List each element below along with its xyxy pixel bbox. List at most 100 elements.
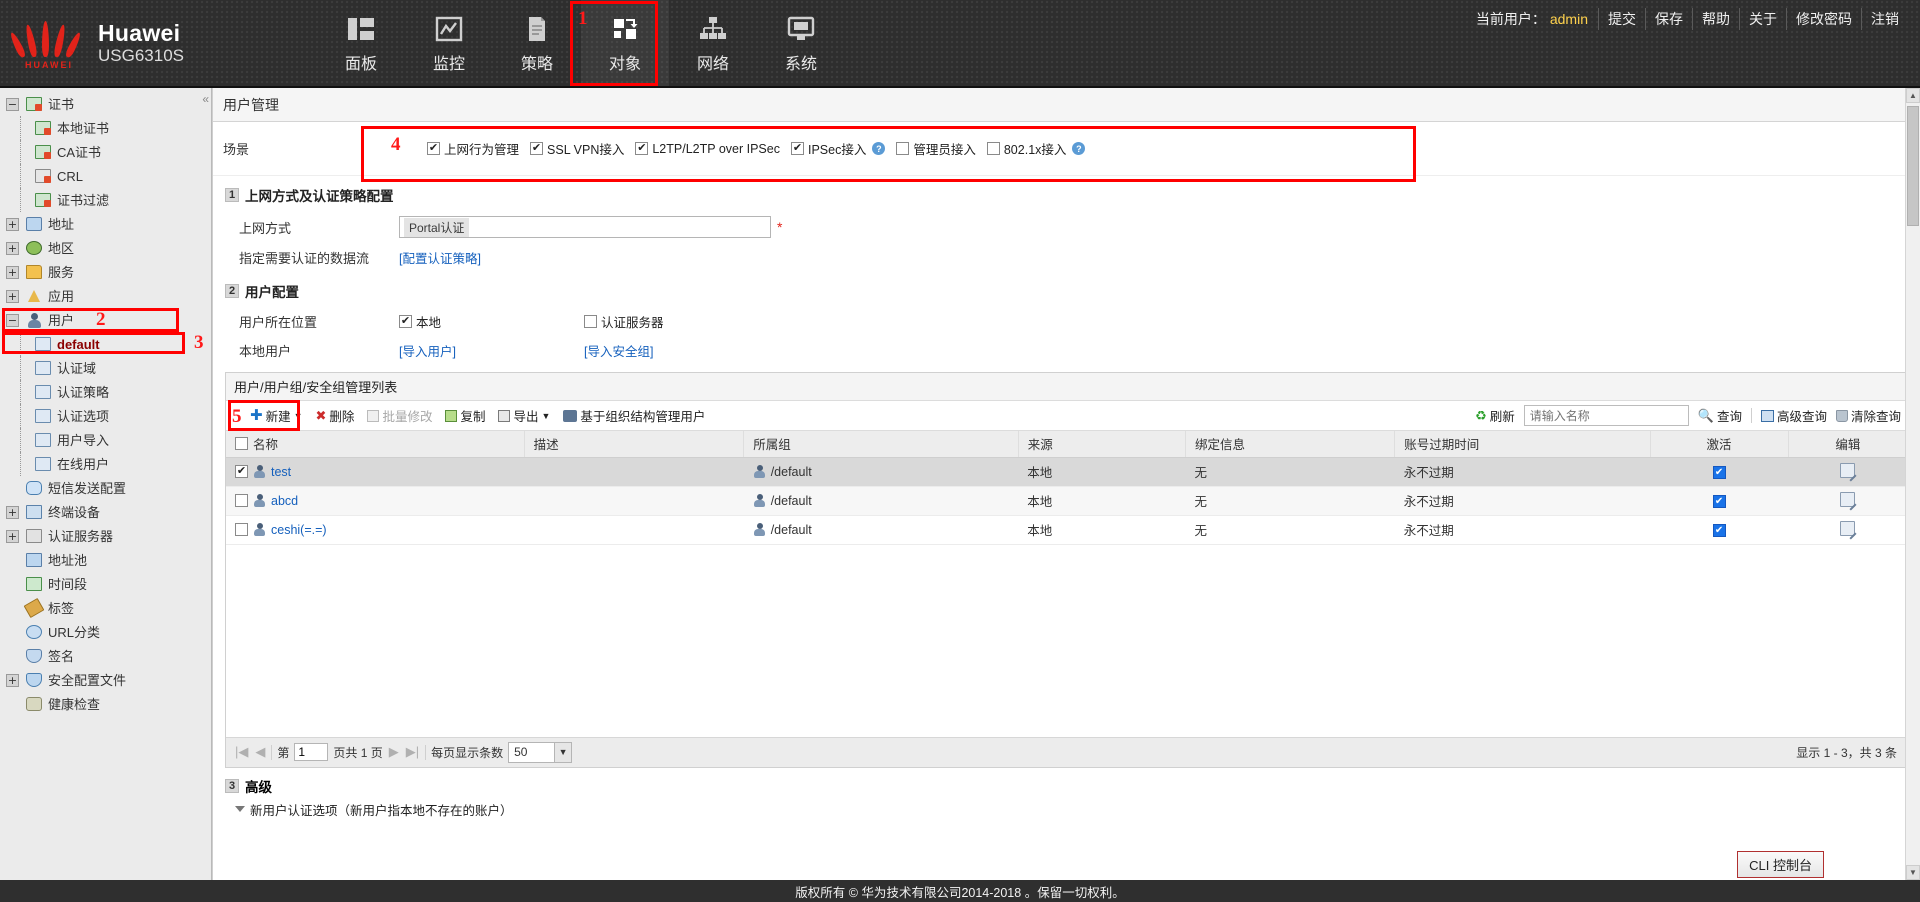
sidebar-item-time-range[interactable]: 时间段 bbox=[0, 572, 211, 596]
scene-option-8021x[interactable]: 802.1x接入 ? bbox=[987, 139, 1086, 158]
first-page-icon[interactable]: |◀ bbox=[234, 744, 249, 760]
location-option-auth-server[interactable]: 认证服务器 bbox=[584, 312, 664, 331]
sidebar-item-default[interactable]: default 3 bbox=[0, 332, 211, 356]
user-name-link[interactable]: test bbox=[271, 465, 291, 479]
checkbox[interactable] bbox=[530, 142, 543, 155]
sidebar-item-auth-policy[interactable]: 认证策略 bbox=[0, 380, 211, 404]
edit-icon[interactable] bbox=[1840, 463, 1855, 478]
checkbox[interactable] bbox=[791, 142, 804, 155]
cli-console-button[interactable]: CLI 控制台 bbox=[1737, 851, 1824, 878]
header-link-change-password[interactable]: 修改密码 bbox=[1787, 8, 1862, 30]
nav-item-monitor[interactable]: 监控 bbox=[405, 0, 493, 86]
nav-item-policy[interactable]: 策略 bbox=[493, 0, 581, 86]
prev-page-icon[interactable]: ◀ bbox=[254, 744, 266, 760]
active-checkbox[interactable] bbox=[1713, 495, 1726, 508]
sidebar-item-address-pool[interactable]: 地址池 bbox=[0, 548, 211, 572]
import-user-link[interactable]: [导入用户] bbox=[399, 341, 584, 360]
active-checkbox[interactable] bbox=[1713, 524, 1726, 537]
column-header-group[interactable]: 所属组 bbox=[744, 431, 1019, 457]
row-checkbox[interactable] bbox=[235, 465, 248, 478]
tree-toggle-icon[interactable]: − bbox=[6, 314, 19, 327]
table-row[interactable]: abcd /default 本地 无 永不过期 bbox=[226, 486, 1909, 515]
column-header-name[interactable]: 名称 bbox=[226, 431, 524, 457]
scene-option-internet-behavior[interactable]: 上网行为管理 bbox=[427, 139, 519, 158]
sidebar-item-local-certificate[interactable]: 本地证书 bbox=[0, 116, 211, 140]
copy-button[interactable]: 复制 bbox=[445, 406, 485, 425]
help-icon[interactable]: ? bbox=[872, 142, 885, 155]
active-checkbox[interactable] bbox=[1713, 466, 1726, 479]
checkbox[interactable] bbox=[399, 315, 412, 328]
sidebar-item-service[interactable]: + 服务 bbox=[0, 260, 211, 284]
chevron-down-icon[interactable]: ▼ bbox=[541, 411, 550, 421]
tree-toggle-icon[interactable]: − bbox=[6, 98, 19, 111]
column-header-binding[interactable]: 绑定信息 bbox=[1186, 431, 1395, 457]
sidebar-item-region[interactable]: + 地区 bbox=[0, 236, 211, 260]
edit-icon[interactable] bbox=[1840, 492, 1855, 507]
page-number-input[interactable] bbox=[294, 743, 328, 761]
query-button[interactable]: 🔍 查询 bbox=[1698, 406, 1742, 425]
sidebar-item-auth-option[interactable]: 认证选项 bbox=[0, 404, 211, 428]
scene-option-ipsec[interactable]: IPSec接入 ? bbox=[791, 139, 885, 158]
import-security-group-link[interactable]: [导入安全组] bbox=[584, 341, 653, 360]
scene-option-ssl-vpn[interactable]: SSL VPN接入 bbox=[530, 139, 624, 158]
access-mode-input[interactable]: Portal认证 bbox=[399, 216, 771, 238]
new-user-auth-option-row[interactable]: 新用户认证选项（新用户指本地不存在的账户） bbox=[213, 800, 1920, 819]
tree-toggle-icon[interactable]: + bbox=[6, 674, 19, 687]
configure-auth-policy-link[interactable]: [配置认证策略] bbox=[399, 248, 481, 267]
main-scrollbar[interactable]: ▲ ▼ bbox=[1905, 88, 1920, 880]
tree-toggle-icon[interactable]: + bbox=[6, 506, 19, 519]
header-link-save[interactable]: 保存 bbox=[1646, 8, 1693, 30]
sidebar-item-health-check[interactable]: 健康检查 bbox=[0, 692, 211, 716]
checkbox[interactable] bbox=[896, 142, 909, 155]
nav-item-panel[interactable]: 面板 bbox=[317, 0, 405, 86]
scroll-down-icon[interactable]: ▼ bbox=[1906, 865, 1920, 880]
export-button[interactable]: 导出 ▼ bbox=[498, 406, 550, 425]
nav-item-object[interactable]: 对象 bbox=[581, 0, 669, 86]
edit-icon[interactable] bbox=[1840, 521, 1855, 536]
sidebar-item-url-category[interactable]: URL分类 bbox=[0, 620, 211, 644]
scene-option-admin[interactable]: 管理员接入 bbox=[896, 139, 976, 158]
column-header-description[interactable]: 描述 bbox=[524, 431, 744, 457]
sidebar-item-crl[interactable]: CRL bbox=[0, 164, 211, 188]
tree-toggle-icon[interactable]: + bbox=[6, 242, 19, 255]
sidebar-item-user[interactable]: − 用户 2 bbox=[0, 308, 211, 332]
next-page-icon[interactable]: ▶ bbox=[388, 744, 400, 760]
row-checkbox[interactable] bbox=[235, 523, 248, 536]
sidebar-item-user-import[interactable]: 用户导入 bbox=[0, 428, 211, 452]
column-header-edit[interactable]: 编辑 bbox=[1788, 431, 1908, 457]
checkbox[interactable] bbox=[427, 142, 440, 155]
checkbox[interactable] bbox=[987, 142, 1000, 155]
sidebar-item-sms-config[interactable]: 短信发送配置 bbox=[0, 476, 211, 500]
tree-toggle-icon[interactable]: + bbox=[6, 290, 19, 303]
table-row[interactable]: ceshi(=.=) /default 本地 无 永不过期 bbox=[226, 515, 1909, 544]
row-checkbox[interactable] bbox=[235, 494, 248, 507]
sidebar-item-ca-certificate[interactable]: CA证书 bbox=[0, 140, 211, 164]
header-link-submit[interactable]: 提交 bbox=[1599, 8, 1646, 30]
table-row[interactable]: test /default 本地 无 永不过期 bbox=[226, 457, 1909, 486]
last-page-icon[interactable]: ▶| bbox=[405, 744, 420, 760]
header-link-logout[interactable]: 注销 bbox=[1862, 8, 1908, 30]
sidebar-item-security-profile[interactable]: + 安全配置文件 bbox=[0, 668, 211, 692]
sidebar-item-certificate-filter[interactable]: 证书过滤 bbox=[0, 188, 211, 212]
triangle-down-icon[interactable] bbox=[235, 806, 245, 812]
select-all-checkbox[interactable] bbox=[235, 437, 248, 450]
scroll-thumb[interactable] bbox=[1907, 106, 1919, 226]
user-name-link[interactable]: ceshi(=.=) bbox=[271, 523, 327, 537]
sidebar-item-certificate[interactable]: − 证书 bbox=[0, 92, 211, 116]
header-link-about[interactable]: 关于 bbox=[1740, 8, 1787, 30]
nav-item-network[interactable]: 网络 bbox=[669, 0, 757, 86]
sidebar-item-online-user[interactable]: 在线用户 bbox=[0, 452, 211, 476]
search-input[interactable] bbox=[1524, 405, 1689, 426]
help-icon[interactable]: ? bbox=[1072, 142, 1085, 155]
per-page-select[interactable]: 50 ▼ bbox=[508, 742, 572, 763]
user-name-link[interactable]: abcd bbox=[271, 494, 298, 508]
checkbox[interactable] bbox=[584, 315, 597, 328]
tree-toggle-icon[interactable]: + bbox=[6, 266, 19, 279]
checkbox[interactable] bbox=[635, 142, 648, 155]
chevron-down-icon[interactable]: ▼ bbox=[294, 411, 303, 421]
location-option-local[interactable]: 本地 bbox=[399, 312, 584, 331]
sidebar-item-address[interactable]: + 地址 bbox=[0, 212, 211, 236]
sidebar-item-tag[interactable]: 标签 bbox=[0, 596, 211, 620]
column-header-expire[interactable]: 账号过期时间 bbox=[1395, 431, 1651, 457]
sidebar-item-terminal-device[interactable]: + 终端设备 bbox=[0, 500, 211, 524]
